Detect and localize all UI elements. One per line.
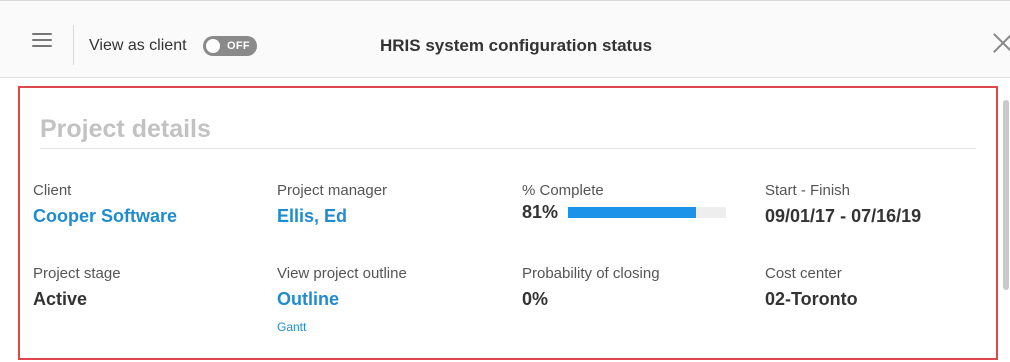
start-finish-value: 09/01/17 - 07/16/19 <box>765 206 922 226</box>
outline-link[interactable]: Outline <box>277 289 407 310</box>
project-stage-label: Project stage <box>33 265 121 282</box>
client-field: Client Cooper Software <box>33 182 177 227</box>
progress-bar-fill <box>568 207 696 218</box>
project-manager-link[interactable]: Ellis, Ed <box>277 206 387 227</box>
start-finish-label: Start - Finish <box>765 182 851 199</box>
percent-complete-label: % Complete <box>522 182 604 199</box>
section-divider <box>40 148 976 149</box>
progress-bar <box>568 207 726 218</box>
cost-center-value: 02-Toronto <box>765 289 858 309</box>
view-as-client-toggle[interactable]: OFF <box>203 36 257 56</box>
start-finish-field: Start - Finish 09/01/17 - 07/16/19 <box>765 182 921 227</box>
project-outline-field: View project outline Outline Gantt <box>277 265 407 334</box>
client-link[interactable]: Cooper Software <box>33 206 177 227</box>
probability-value: 0% <box>522 289 549 309</box>
project-outline-label: View project outline <box>277 265 407 282</box>
percent-complete-value: 81% <box>522 202 559 222</box>
cost-center-label: Cost center <box>765 265 842 282</box>
gantt-link[interactable]: Gantt <box>277 320 407 334</box>
client-label: Client <box>33 182 72 199</box>
cost-center-field: Cost center 02-Toronto <box>765 265 858 310</box>
page-title: HRIS system configuration status <box>380 36 653 55</box>
project-stage-field: Project stage Active <box>33 265 121 310</box>
project-manager-label: Project manager <box>277 182 388 199</box>
app-header: View as client OFF HRIS system configura… <box>0 0 1010 78</box>
section-title: Project details <box>40 115 211 143</box>
project-manager-field: Project manager Ellis, Ed <box>277 182 387 227</box>
project-stage-value: Active <box>33 289 88 309</box>
probability-label: Probability of closing <box>522 265 660 282</box>
scrollbar[interactable] <box>1003 100 1009 290</box>
probability-field: Probability of closing 0% <box>522 265 660 310</box>
hamburger-menu-icon[interactable] <box>32 33 54 51</box>
header-divider <box>73 25 74 65</box>
view-as-client-label: View as client <box>89 37 187 54</box>
toggle-knob <box>206 39 220 53</box>
toggle-state-text: OFF <box>227 40 250 52</box>
percent-complete-field: % Complete 81% <box>522 182 726 223</box>
close-icon[interactable] <box>990 31 1010 57</box>
